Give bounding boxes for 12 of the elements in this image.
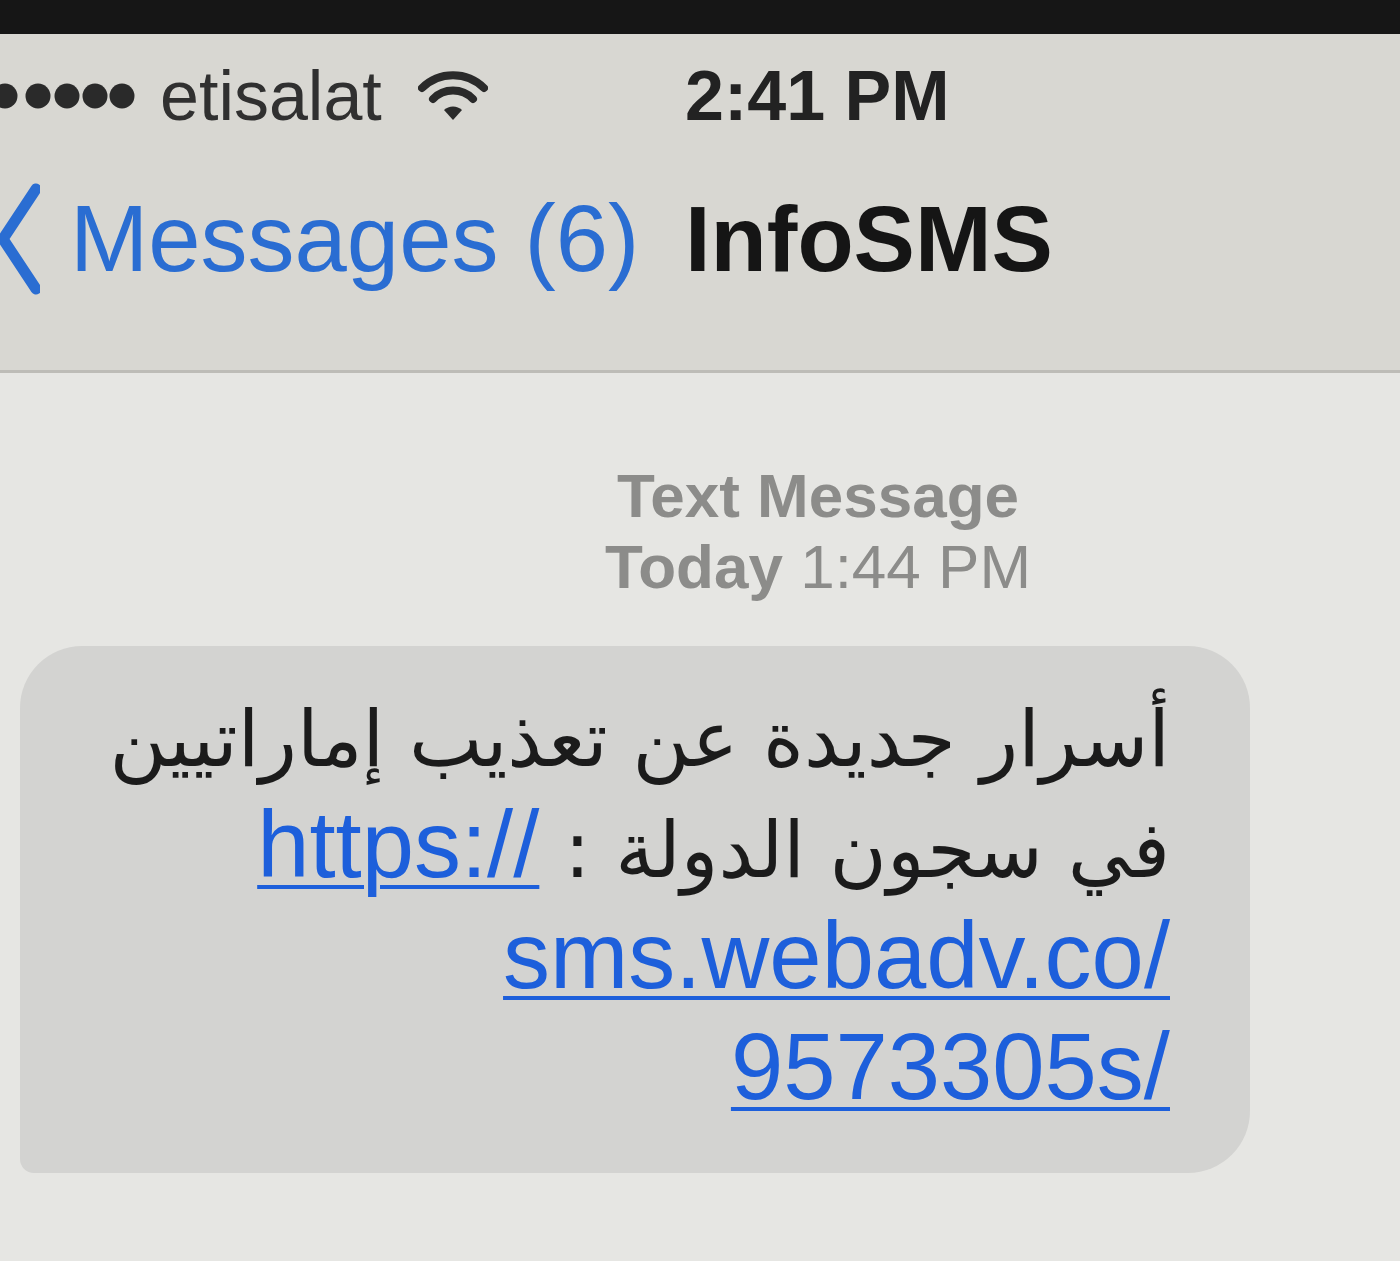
contact-name: InfoSMS: [685, 193, 1053, 285]
message-link[interactable]: 9573305s/: [730, 1013, 1170, 1119]
back-button[interactable]: Messages (6): [0, 183, 685, 295]
message-timestamp: Today 1:44 PM: [604, 532, 1032, 602]
clock-time: 2:41 PM: [685, 61, 950, 131]
message-link[interactable]: https://: [257, 791, 540, 897]
wifi-icon: [417, 70, 488, 122]
carrier-name: etisalat: [160, 61, 382, 131]
signal-icon: [0, 82, 136, 110]
message-link[interactable]: sms.webadv.co/: [503, 902, 1170, 1008]
message-type-label: Text Message: [617, 461, 1019, 531]
back-chevron-icon: [0, 183, 40, 295]
